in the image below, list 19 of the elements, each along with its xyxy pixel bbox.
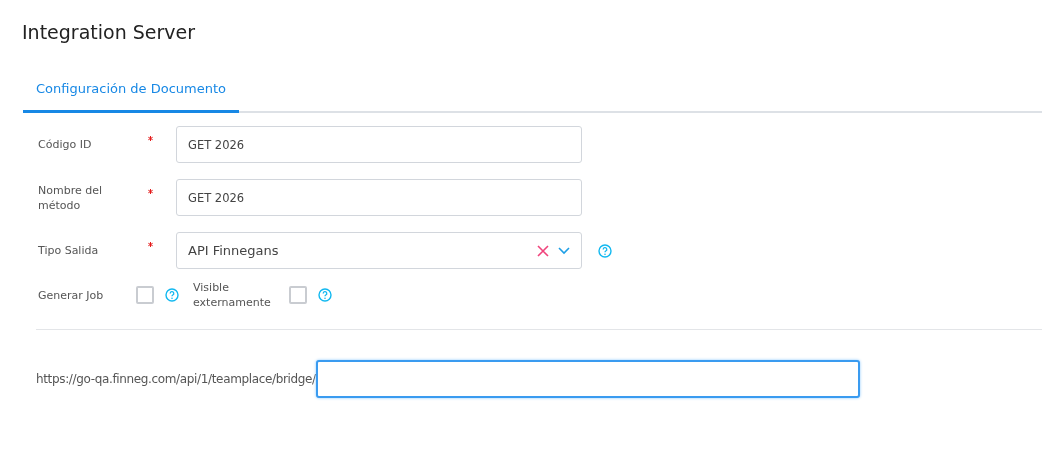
text-field[interactable]: GET 2026 bbox=[176, 179, 582, 216]
checkbox-label: Visible externamente bbox=[192, 280, 272, 310]
help-icon[interactable] bbox=[165, 288, 179, 302]
page-title: Integration Server bbox=[22, 20, 197, 45]
text-field[interactable]: GET 2026 bbox=[176, 126, 582, 163]
tab[interactable]: Configuración de Documento bbox=[23, 70, 240, 113]
checkbox[interactable] bbox=[289, 286, 307, 304]
dropdown[interactable]: API Finnegans bbox=[176, 232, 582, 269]
url-field[interactable] bbox=[315, 360, 860, 398]
url-prefix: https://go-qa.finneg.com/api/1/teamplace/bridge/ bbox=[36, 372, 316, 386]
checkbox[interactable] bbox=[136, 286, 154, 304]
field-label: Nombre del método bbox=[37, 182, 103, 213]
field-label: Tipo Salida bbox=[37, 243, 100, 258]
checkbox-label: Generar Job bbox=[37, 287, 105, 303]
field-label: Código ID bbox=[37, 137, 93, 152]
clear-icon[interactable] bbox=[537, 244, 549, 257]
help-icon[interactable] bbox=[598, 243, 612, 258]
help-icon[interactable] bbox=[318, 288, 332, 302]
chevron-down-icon[interactable] bbox=[558, 246, 570, 255]
